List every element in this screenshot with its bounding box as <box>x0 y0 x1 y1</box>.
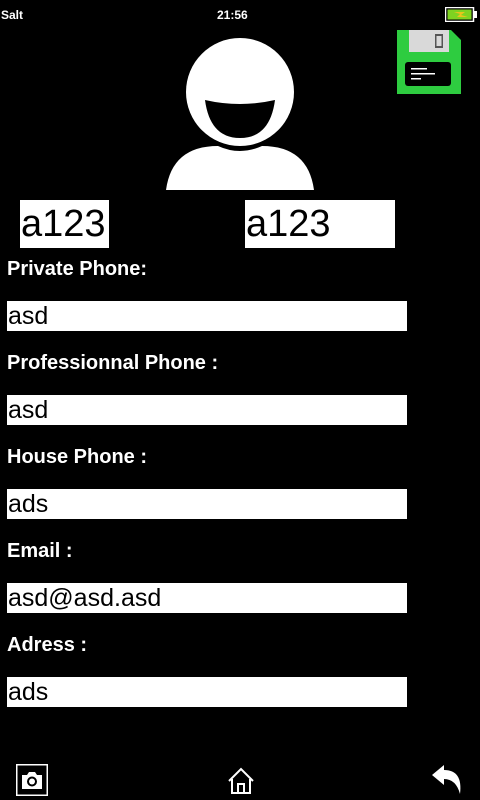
back-arrow-icon[interactable] <box>430 762 466 796</box>
user-avatar-icon[interactable] <box>166 38 314 190</box>
house-phone-input[interactable] <box>7 489 407 519</box>
private-phone-input[interactable] <box>7 301 407 331</box>
address-label: Adress : <box>7 634 88 656</box>
status-bar: Salt 21:56 <box>0 0 480 30</box>
private-phone-label: Private Phone: <box>7 258 148 280</box>
house-phone-label: House Phone : <box>7 446 148 468</box>
status-clock: 21:56 <box>217 8 248 22</box>
email-label: Email : <box>7 540 73 562</box>
last-name-input[interactable] <box>245 200 395 248</box>
address-input[interactable] <box>7 677 407 707</box>
home-icon[interactable] <box>226 766 256 796</box>
email-input[interactable] <box>7 583 407 613</box>
battery-icon <box>445 7 477 22</box>
professional-phone-label: Professionnal Phone : <box>7 352 219 374</box>
save-button[interactable] <box>397 30 461 94</box>
camera-icon[interactable] <box>16 764 48 796</box>
first-name-input[interactable] <box>20 200 109 248</box>
carrier-name: Salt <box>1 8 24 22</box>
professional-phone-input[interactable] <box>7 395 407 425</box>
